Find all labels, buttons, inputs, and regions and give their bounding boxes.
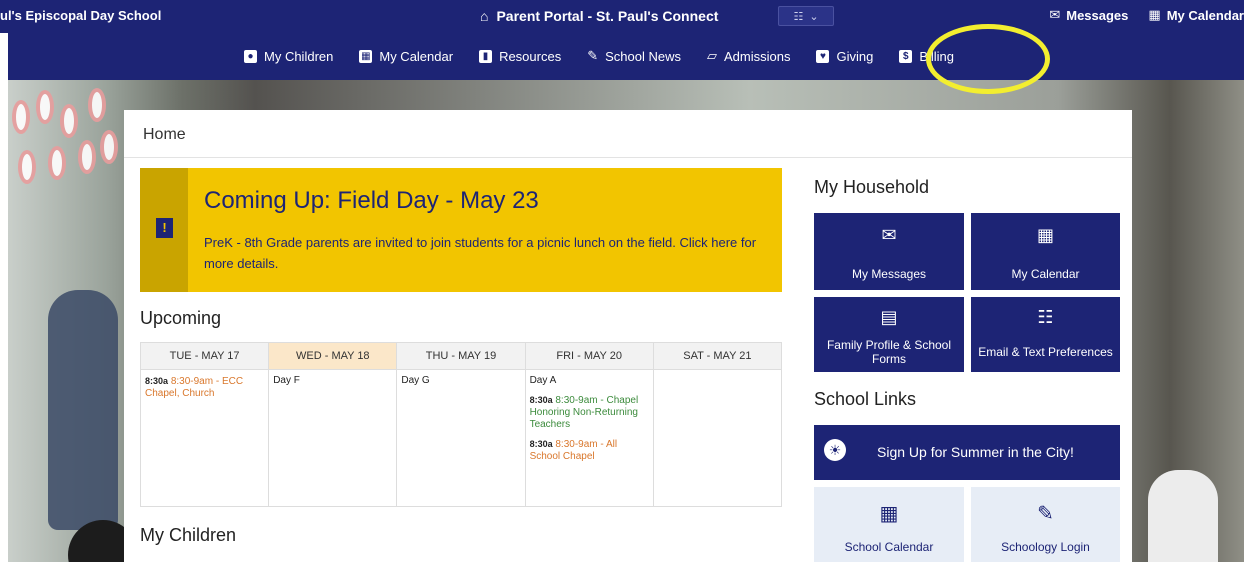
calendar-event[interactable]: 8:30a 8:30-9am - ECC Chapel, Church: [145, 375, 264, 400]
family-profile-tile[interactable]: ▤ Family Profile & School Forms: [814, 297, 964, 372]
nav-resources[interactable]: ▮ Resources: [479, 48, 561, 64]
day-cell: Day F: [268, 369, 398, 507]
school-links-heading: School Links: [814, 389, 917, 409]
heart-icon: ♥: [816, 49, 830, 63]
calendar-event[interactable]: 8:30a 8:30-9am - Chapel Honoring Non-Ret…: [530, 394, 649, 431]
leaf-decoration: [78, 140, 96, 174]
portal-title[interactable]: ⌂ Parent Portal - St. Paul's Connect: [480, 8, 718, 24]
nav-school-news[interactable]: ✎ School News: [587, 48, 681, 64]
leaf-decoration: [88, 88, 106, 122]
alert-text[interactable]: PreK - 8th Grade parents are invited to …: [204, 232, 774, 274]
leaf-decoration: [36, 90, 54, 124]
home-icon: ⌂: [480, 8, 489, 24]
alert-sidebar: !: [140, 168, 188, 292]
settings-list-icon: ☷: [1037, 307, 1054, 327]
billing-highlight-circle: [926, 24, 1050, 94]
upcoming-calendar: TUE - MAY 17 WED - MAY 18 THU - MAY 19 F…: [139, 342, 783, 507]
schoology-login-tile[interactable]: ✎ Schoology Login: [971, 487, 1120, 562]
pencil-icon: ✎: [1037, 503, 1054, 525]
breadcrumb: Home: [124, 110, 1132, 158]
leaf-decoration: [100, 130, 118, 164]
calendar-icon: ▦: [879, 503, 899, 525]
envelope-icon: ✉: [1049, 7, 1061, 22]
rotation-day: Day F: [273, 375, 300, 386]
leaf-decoration: [18, 150, 36, 184]
content-panel: Home ! Coming Up: Field Day - May 23 Pre…: [124, 110, 1132, 562]
calendar-event[interactable]: 8:30a 8:30-9am - All School Chapel: [530, 438, 649, 463]
day-cell: Day G: [396, 369, 526, 507]
school-name[interactable]: ul's Episcopal Day School: [0, 8, 161, 23]
announcement-alert[interactable]: ! Coming Up: Field Day - May 23 PreK - 8…: [140, 168, 782, 292]
day-header: TUE - MAY 17: [139, 342, 270, 370]
day-cell: [652, 369, 783, 507]
nav-admissions[interactable]: ▱ Admissions: [707, 48, 790, 64]
day-header: SAT - MAY 21: [652, 342, 783, 370]
main-nav: ● My Children ▦ My Calendar ▮ Resources ✎ Sc…: [8, 33, 1244, 80]
alert-title[interactable]: Coming Up: Field Day - May 23: [204, 187, 539, 215]
my-calendar-link[interactable]: ▦ My Calendar: [1148, 7, 1244, 23]
pencil-icon: ✎: [587, 48, 599, 63]
my-children-heading: My Children: [140, 525, 237, 545]
day-header: THU - MAY 19: [396, 342, 526, 370]
dollar-icon: $: [899, 49, 913, 63]
my-calendar-tile[interactable]: ▦ My Calendar: [971, 213, 1120, 290]
calendar-icon: ▦: [1148, 7, 1161, 22]
top-bar: ul's Episcopal Day School ⌂ Parent Porta…: [0, 0, 1244, 33]
household-heading: My Household: [814, 177, 930, 197]
my-messages-tile[interactable]: ✉ My Messages: [814, 213, 964, 290]
envelope-icon: ✉: [881, 225, 897, 245]
day-header-today: WED - MAY 18: [268, 342, 398, 370]
day-cell: Day A 8:30a 8:30-9am - Chapel Honoring N…: [524, 369, 654, 507]
calendar-icon: ▦: [359, 49, 373, 63]
rotation-day: Day G: [401, 375, 430, 386]
upcoming-heading: Upcoming: [140, 308, 222, 328]
book-icon: ▮: [479, 49, 493, 63]
image-icon: ▱: [706, 48, 717, 63]
messages-link[interactable]: ✉ Messages: [1049, 7, 1128, 23]
leaf-decoration: [12, 100, 30, 134]
email-text-preferences-tile[interactable]: ☷ Email & Text Preferences: [971, 297, 1120, 372]
portal-switcher[interactable]: ☷ ⌄: [778, 6, 834, 26]
rotation-day: Day A: [529, 375, 557, 386]
page-title: Home: [143, 126, 186, 143]
leaf-decoration: [48, 146, 66, 180]
nav-giving[interactable]: ♥ Giving: [816, 48, 873, 64]
nav-my-children[interactable]: ● My Children: [244, 48, 333, 64]
person-icon: ●: [244, 49, 257, 63]
photo-child-right: [1148, 470, 1218, 562]
photo-child: [48, 290, 118, 530]
day-header: FRI - MAY 20: [524, 342, 654, 370]
day-cell: 8:30a 8:30-9am - ECC Chapel, Church: [139, 369, 270, 507]
school-calendar-tile[interactable]: ▦ School Calendar: [814, 487, 964, 562]
columns-icon: ☷: [793, 10, 804, 23]
nav-my-calendar[interactable]: ▦ My Calendar: [359, 48, 453, 64]
sun-icon: ☀: [824, 439, 846, 461]
leaf-decoration: [60, 104, 78, 138]
id-card-icon: ▤: [880, 307, 898, 327]
summer-signup-link[interactable]: ☀ Sign Up for Summer in the City!: [814, 425, 1120, 480]
chevron-down-icon: ⌄: [809, 10, 819, 23]
calendar-icon: ▦: [1036, 225, 1054, 245]
exclamation-icon: !: [156, 218, 173, 238]
